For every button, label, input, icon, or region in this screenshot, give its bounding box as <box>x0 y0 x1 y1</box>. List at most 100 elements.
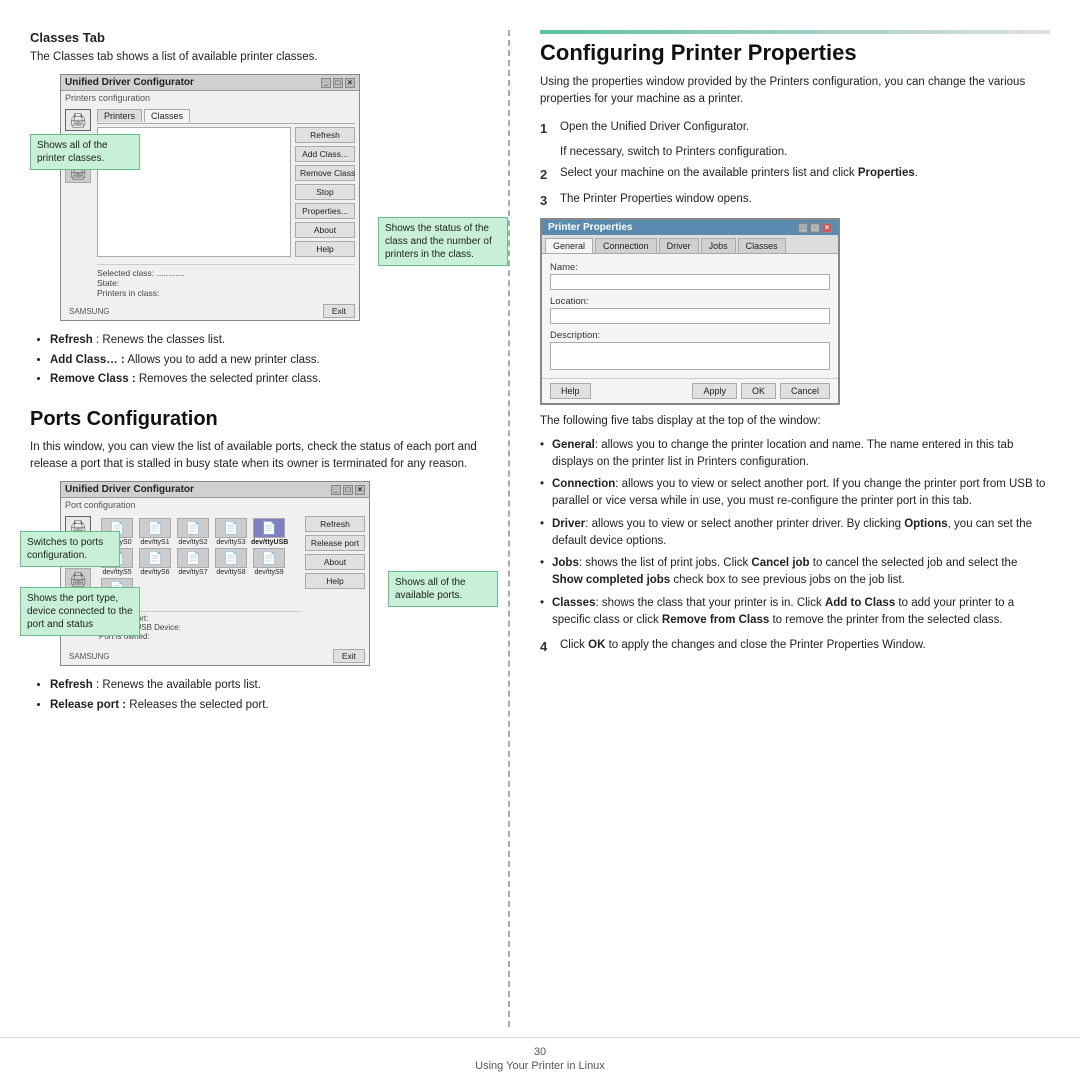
port-label-7: dev/ttyS7 <box>175 569 211 576</box>
ss-state: State: <box>97 278 355 288</box>
step-3-num: 3 <box>540 191 554 211</box>
bullet-release-port: Release port : Releases the selected por… <box>50 696 478 716</box>
ss-properties-btn[interactable]: Properties... <box>295 203 355 219</box>
dialog-apply-btn[interactable]: Apply <box>692 383 737 399</box>
ports-ss-title: Unified Driver Configurator <box>65 484 194 495</box>
port-item-7: 📄 dev/ttyS7 <box>175 548 211 576</box>
classes-bullets: Refresh : Renews the classes list. Add C… <box>40 331 478 390</box>
step-4-text: Click OK to apply the changes and close … <box>560 637 926 657</box>
field-name-input[interactable] <box>550 274 830 290</box>
ss-body: 🖨 🖨 🖨 Printers Classes <box>61 105 359 302</box>
ports-icons-grid: 📄 dev/ttyS0 📄 dev/ttyS1 📄 <box>97 516 301 608</box>
dialog-tab-jobs[interactable]: Jobs <box>701 238 736 253</box>
ss-add-class-btn[interactable]: Add Class... <box>295 146 355 162</box>
classes-tab-description: The Classes tab shows a list of availabl… <box>30 49 478 66</box>
step-1-num: 1 <box>540 119 554 139</box>
step-3-text: The Printer Properties window opens. <box>560 191 752 211</box>
title-bar-decoration <box>540 30 1050 34</box>
callout-ports-available: Shows all of the available ports. <box>388 571 498 607</box>
port-item-4: 📄 dev/ttyS3 <box>213 518 249 546</box>
port-label-2: dev/ttyS1 <box>137 539 173 546</box>
field-description-input[interactable] <box>550 342 830 370</box>
step-2: 2 Select your machine on the available p… <box>540 165 1050 185</box>
tab-desc-driver: Driver: allows you to view or select ano… <box>540 516 1050 551</box>
ss-buttons: Refresh Add Class... Remove Class Stop P… <box>295 127 355 257</box>
ports-about-btn[interactable]: About <box>305 554 365 570</box>
dialog-tab-general[interactable]: General <box>545 238 593 253</box>
ports-ss-maximize[interactable]: □ <box>343 485 353 495</box>
ss-stop-btn[interactable]: Stop <box>295 184 355 200</box>
ss-tab-classes[interactable]: Classes <box>144 109 190 122</box>
ss-minimize-btn[interactable]: _ <box>321 78 331 88</box>
ss-refresh-btn[interactable]: Refresh <box>295 127 355 143</box>
dialog-close[interactable]: × <box>822 223 832 233</box>
dialog-tab-classes[interactable]: Classes <box>738 238 786 253</box>
port-icon-4: 📄 <box>215 518 247 538</box>
port-icon-7: 📄 <box>177 548 209 568</box>
ports-ss-titlebar: Unified Driver Configurator _ □ × <box>61 482 369 498</box>
port-icon-9: 📄 <box>253 548 285 568</box>
ss-help-btn[interactable]: Help <box>295 241 355 257</box>
port-item-3: 📄 dev/ttyS2 <box>175 518 211 546</box>
ports-help-btn[interactable]: Help <box>305 573 365 589</box>
ports-ss-minimize[interactable]: _ <box>331 485 341 495</box>
dialog-cancel-btn[interactable]: Cancel <box>780 383 830 399</box>
ports-exit-btn[interactable]: Exit <box>333 649 365 663</box>
dialog-tab-driver[interactable]: Driver <box>659 238 699 253</box>
field-location-label: Location: <box>550 296 830 307</box>
dialog-maximize[interactable]: □ <box>810 223 820 233</box>
ports-buttons: Refresh Release port About Help <box>305 516 365 643</box>
ss-remove-class-btn[interactable]: Remove Class <box>295 165 355 181</box>
dialog-minimize[interactable]: _ <box>798 223 808 233</box>
ss-status: Selected class: ............ State: Prin… <box>97 264 355 298</box>
dialog-tab-connection[interactable]: Connection <box>595 238 657 253</box>
ss-tabs: Printers Classes <box>97 109 355 124</box>
dialog-ok-btn[interactable]: OK <box>741 383 776 399</box>
port-icon-5: 📄 <box>101 548 133 568</box>
tab-desc-jobs: Jobs: shows the list of print jobs. Clic… <box>540 555 1050 590</box>
ports-refresh-btn[interactable]: Refresh <box>305 516 365 532</box>
classes-tab-section: Classes Tab The Classes tab shows a list… <box>30 30 478 390</box>
step-4: 4 Click OK to apply the changes and clos… <box>540 637 1050 657</box>
ss-row-area: Refresh Add Class... Remove Class Stop P… <box>97 127 355 257</box>
right-column: Configuring Printer Properties Using the… <box>510 30 1050 1027</box>
ports-row-area: 📄 dev/ttyS0 📄 dev/ttyS1 📄 <box>97 516 365 643</box>
dialog-titlebar: Printer Properties _ □ × <box>542 220 838 235</box>
selected-port-label: Selected port: <box>99 614 299 623</box>
ss-window-buttons: _ □ × <box>321 78 355 88</box>
footer-text: Using Your Printer in Linux <box>8 1060 1072 1072</box>
ss-about-btn[interactable]: About <box>295 222 355 238</box>
dialog-help-btn[interactable]: Help <box>550 383 591 399</box>
port-item-10: 📄 dev/ttyS10 <box>99 578 135 606</box>
port-item-usb: 📄 dev/ttyUSB <box>251 518 287 546</box>
ports-ss-close[interactable]: × <box>355 485 365 495</box>
dialog-title: Printer Properties <box>548 222 632 233</box>
field-location-input[interactable] <box>550 308 830 324</box>
port-label-5: dev/ttyS5 <box>99 569 135 576</box>
ports-icon-3: 🖨 <box>65 568 91 590</box>
ss-icons: 🖨 🖨 🖨 <box>65 109 93 298</box>
ports-ss-icons: 🖨 🖨 🖨 <box>65 516 93 643</box>
port-icon-3: 📄 <box>177 518 209 538</box>
ss-close-btn[interactable]: × <box>345 78 355 88</box>
port-icon-10: 📄 <box>101 578 133 598</box>
ss-tab-printers[interactable]: Printers <box>97 109 142 122</box>
ports-ss-window-buttons: _ □ × <box>331 485 365 495</box>
dialog-window-buttons: _ □ × <box>798 223 832 233</box>
port-icon-usb: 📄 <box>253 518 285 538</box>
dialog-body: Name: Location: Description: <box>542 254 838 378</box>
port-label-9: dev/ttyS9 <box>251 569 287 576</box>
ss-exit-btn[interactable]: Exit <box>323 304 355 318</box>
port-item-8: 📄 dev/ttyS8 <box>213 548 249 576</box>
ss-maximize-btn[interactable]: □ <box>333 78 343 88</box>
ss-title: Unified Driver Configurator <box>65 77 194 88</box>
ports-bullets: Refresh : Renews the available ports lis… <box>40 676 478 715</box>
port-label-8: dev/ttyS8 <box>213 569 249 576</box>
port-item-6: 📄 dev/ttyS6 <box>137 548 173 576</box>
field-description: Description: <box>550 330 830 370</box>
dialog-tabs: General Connection Driver Jobs Classes <box>542 235 838 254</box>
ports-config-section: Ports Configuration In this window, you … <box>30 408 478 716</box>
ports-icon-2: 🖨 <box>65 542 91 564</box>
ports-selected-info: Selected port: Port type: USB Device: Po… <box>97 611 301 643</box>
ports-release-btn[interactable]: Release port <box>305 535 365 551</box>
